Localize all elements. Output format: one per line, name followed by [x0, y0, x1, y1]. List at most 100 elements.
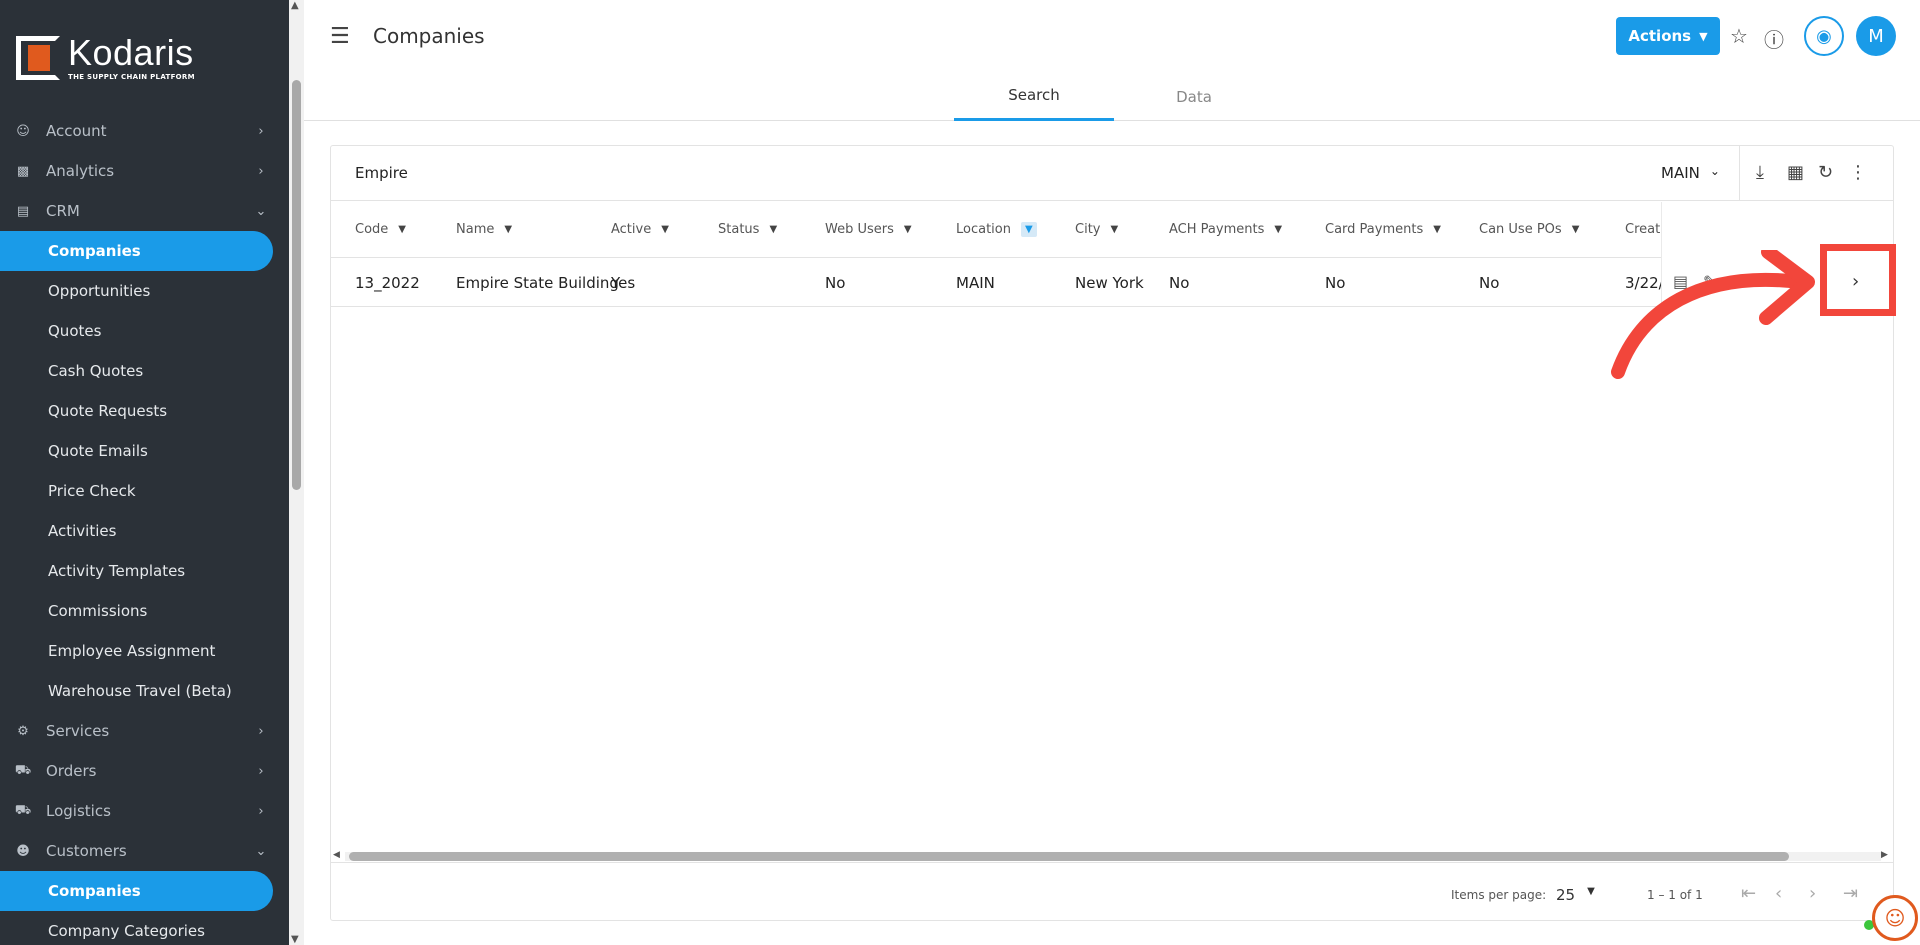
- scrollbar-thumb[interactable]: [349, 852, 1789, 861]
- tab-data[interactable]: Data: [1114, 72, 1274, 121]
- caret-down-icon: ▼: [1587, 886, 1595, 897]
- sidebar-item-warehouse-travel[interactable]: Warehouse Travel (Beta): [0, 671, 273, 711]
- column-header-card-payments[interactable]: Card Payments ▼: [1325, 222, 1441, 237]
- sidebar-section-orders[interactable]: ⛟ Orders ›: [0, 751, 289, 791]
- sidebar-section-account[interactable]: ☺ Account ›: [0, 111, 289, 151]
- column-header-active[interactable]: Active ▼: [611, 222, 669, 237]
- crm-icon: ▤: [16, 203, 30, 219]
- sort-caret-icon: ▼: [1110, 224, 1119, 235]
- next-page-icon[interactable]: ›: [1809, 883, 1816, 904]
- sort-caret-icon: ▼: [398, 224, 406, 235]
- chevron-down-icon: ⌄: [255, 203, 267, 219]
- actions-button-label: Actions: [1628, 27, 1692, 45]
- first-page-icon[interactable]: ⇤: [1741, 883, 1756, 904]
- paginator: Items per page: 25 ▼ 1 – 1 of 1 ⇤ ‹ › ⇥: [331, 862, 1893, 920]
- people-icon: ☻: [16, 843, 30, 859]
- chevron-down-icon: ⌄: [255, 843, 267, 859]
- sidebar-section-services[interactable]: ⚙ Services ›: [0, 711, 289, 751]
- location-select[interactable]: MAIN ⌄: [1661, 164, 1720, 182]
- column-header-can-use-pos[interactable]: Can Use POs ▼: [1479, 222, 1579, 237]
- last-page-icon[interactable]: ⇥: [1843, 883, 1858, 904]
- scrollbar-thumb[interactable]: [292, 80, 301, 490]
- more-vert-icon[interactable]: ⋮: [1849, 162, 1867, 183]
- actions-button[interactable]: Actions ▼: [1616, 17, 1720, 55]
- previous-page-icon[interactable]: ‹: [1775, 883, 1782, 904]
- sort-caret-icon: ▼: [1433, 224, 1441, 235]
- sidebar-item-company-categories[interactable]: Company Categories: [0, 911, 273, 945]
- column-header-label: Code: [355, 222, 389, 237]
- arrow-curve: [1611, 272, 1807, 379]
- range-label: 1 – 1 of 1: [1647, 888, 1703, 902]
- top-bar: ☰ Companies Actions ▼ ☆ ⓘ ◉ M: [304, 0, 1920, 72]
- column-header-ach-payments[interactable]: ACH Payments ▼: [1169, 222, 1282, 237]
- sidebar-item-quote-requests[interactable]: Quote Requests: [0, 391, 273, 431]
- sidebar-scrollbar[interactable]: ▲ ▼: [289, 0, 304, 945]
- sort-caret-icon: ▼: [1274, 224, 1283, 235]
- column-header-status[interactable]: Status ▼: [718, 222, 777, 237]
- highlight-box: [1820, 244, 1896, 316]
- filter-active-caret-icon: ▼: [1020, 222, 1037, 237]
- columns-icon[interactable]: ▦: [1787, 162, 1804, 183]
- column-header-web-users[interactable]: Web Users ▼: [825, 222, 912, 237]
- scroll-down-icon[interactable]: ▼: [291, 934, 299, 945]
- sort-caret-icon: ▼: [1571, 224, 1580, 235]
- sidebar-item-activities[interactable]: Activities: [0, 511, 273, 551]
- sidebar-item-price-check[interactable]: Price Check: [0, 471, 273, 511]
- truck-icon: ⛟: [14, 762, 32, 778]
- refresh-icon[interactable]: ↻: [1818, 162, 1833, 183]
- sidebar-item-crm-companies[interactable]: Companies: [0, 231, 273, 271]
- column-header-location[interactable]: Location ▼: [956, 222, 1037, 237]
- tab-search[interactable]: Search: [954, 72, 1114, 121]
- chevron-down-icon: ⌄: [1709, 164, 1720, 178]
- sort-caret-icon: ▼: [903, 224, 912, 235]
- chevron-right-icon: ›: [258, 123, 264, 139]
- star-icon[interactable]: ☆: [1730, 24, 1748, 48]
- column-header-name[interactable]: Name ▼: [456, 222, 512, 237]
- column-header-label: Location: [956, 222, 1011, 237]
- help-icon[interactable]: ⓘ: [1764, 24, 1784, 53]
- cell-location: MAIN: [956, 274, 995, 292]
- chart-icon: ▩: [16, 163, 30, 179]
- hamburger-menu-icon[interactable]: ☰: [330, 24, 350, 49]
- sidebar-section-label: Analytics: [46, 162, 115, 180]
- column-header-label: Card Payments: [1325, 222, 1424, 237]
- horizontal-scrollbar[interactable]: ◀ ▶: [331, 850, 1893, 862]
- column-header-code[interactable]: Code ▼: [355, 222, 406, 237]
- column-header-label: City: [1075, 222, 1101, 237]
- scroll-up-icon[interactable]: ▲: [291, 0, 299, 11]
- sidebar-item-cash-quotes[interactable]: Cash Quotes: [0, 351, 273, 391]
- cell-ach-payments: No: [1169, 274, 1190, 292]
- download-icon[interactable]: ⤓: [1756, 162, 1764, 183]
- sidebar-item-quote-emails[interactable]: Quote Emails: [0, 431, 273, 471]
- avatar[interactable]: M: [1856, 16, 1896, 56]
- sidebar-section-logistics[interactable]: ⛟ Logistics ›: [0, 791, 289, 831]
- sidebar-item-commissions[interactable]: Commissions: [0, 591, 273, 631]
- column-header-city[interactable]: City ▼: [1075, 222, 1118, 237]
- sidebar-section-label: Orders: [46, 762, 97, 780]
- scroll-right-icon[interactable]: ▶: [1881, 850, 1888, 860]
- sidebar: Kodaris THE SUPPLY CHAIN PLATFORM ☺ Acco…: [0, 0, 289, 945]
- search-input[interactable]: [355, 164, 955, 182]
- tab-bar: Search Data: [304, 72, 1920, 121]
- toolbar-divider: [1739, 146, 1740, 201]
- sidebar-section-crm[interactable]: ▤ CRM ⌄: [0, 191, 289, 231]
- sidebar-item-opportunities[interactable]: Opportunities: [0, 271, 273, 311]
- logo-mark: [16, 36, 60, 80]
- items-per-page-select[interactable]: 25 ▼: [1556, 886, 1595, 904]
- logo-name: Kodaris: [68, 32, 194, 73]
- support-chat-icon[interactable]: ☺: [1872, 895, 1918, 941]
- cell-code: 13_2022: [355, 274, 420, 292]
- shipping-icon: ⛟: [14, 802, 32, 818]
- sidebar-item-employee-assignment[interactable]: Employee Assignment: [0, 631, 273, 671]
- sidebar-section-analytics[interactable]: ▩ Analytics ›: [0, 151, 289, 191]
- gears-icon: ⚙: [17, 723, 29, 739]
- column-header-label: Active: [611, 222, 652, 237]
- assistant-bot-icon[interactable]: ◉: [1804, 16, 1844, 56]
- sidebar-item-customers-companies[interactable]: Companies: [0, 871, 273, 911]
- scroll-left-icon[interactable]: ◀: [333, 850, 340, 860]
- sidebar-item-quotes[interactable]: Quotes: [0, 311, 273, 351]
- sidebar-section-customers[interactable]: ☻ Customers ⌄: [0, 831, 289, 871]
- chevron-right-icon: ›: [258, 163, 264, 179]
- sidebar-item-activity-templates[interactable]: Activity Templates: [0, 551, 273, 591]
- kodaris-logo[interactable]: Kodaris THE SUPPLY CHAIN PLATFORM: [16, 34, 195, 82]
